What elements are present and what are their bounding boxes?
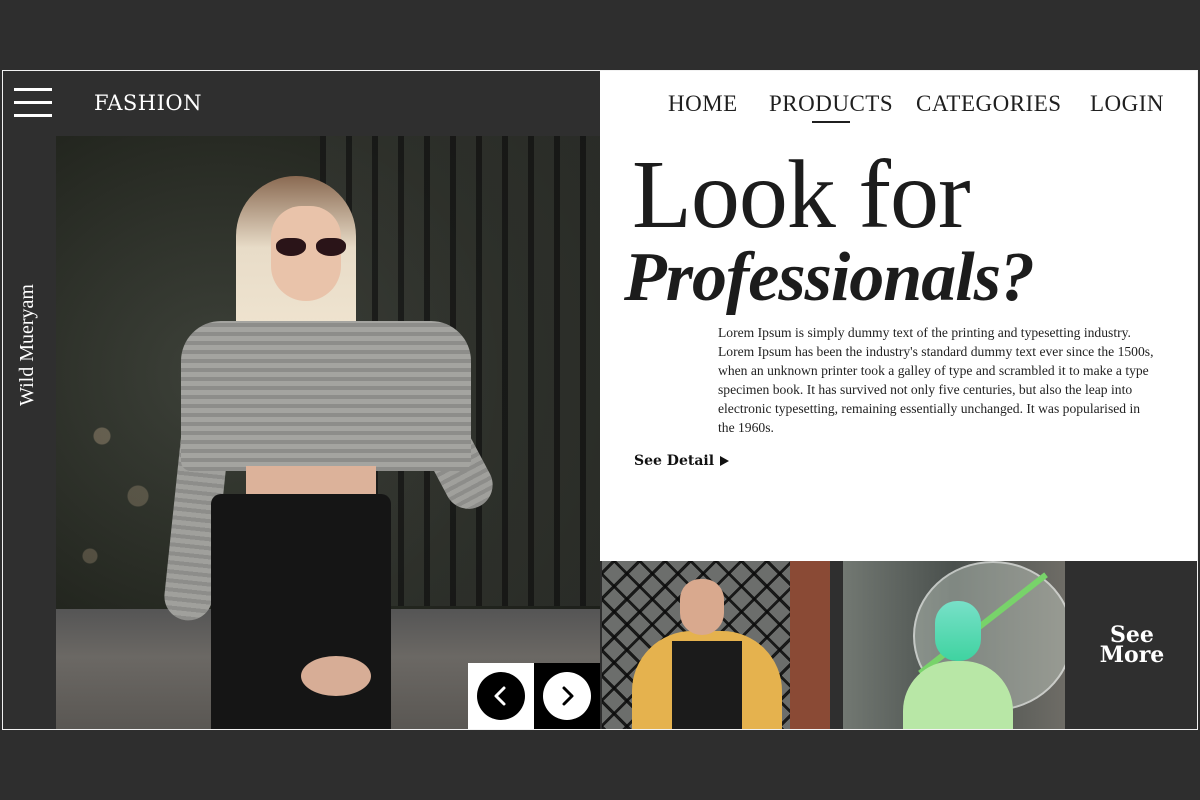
headline-secondary: Professionals? <box>624 239 1035 316</box>
hero-description: Lorem Ipsum is simply dummy text of the … <box>718 325 1154 435</box>
play-arrow-icon <box>720 456 730 466</box>
model-figure <box>162 176 502 729</box>
nav-categories[interactable]: CATEGORIES <box>916 91 1062 117</box>
headline-primary: Look for <box>632 141 971 249</box>
brand-logo[interactable]: FASHION <box>94 91 202 115</box>
nav-products[interactable]: PRODUCTS <box>769 91 893 123</box>
sunglasses <box>276 238 350 256</box>
carousel-next-button[interactable] <box>534 663 600 729</box>
gallery-thumb-2[interactable] <box>843 561 1065 729</box>
model-sweater <box>181 321 471 471</box>
vertical-label: Wild Mueryam <box>16 284 38 406</box>
content-panel: HOME PRODUCTS CATEGORIES LOGIN Look for … <box>600 71 1197 561</box>
see-more-button[interactable]: See More <box>1065 561 1197 729</box>
see-detail-label: See Detail <box>634 453 715 469</box>
brick-wall <box>790 561 830 729</box>
page-frame: FASHION Wild Mueryam HOME PRODUCTS CATEG… <box>2 70 1198 730</box>
chevron-right-icon <box>543 672 591 720</box>
chevron-left-icon <box>477 672 525 720</box>
menu-bar <box>14 101 52 104</box>
menu-bar <box>14 88 52 91</box>
see-detail-link[interactable]: See Detail <box>634 453 730 469</box>
nav-login[interactable]: LOGIN <box>1090 91 1164 117</box>
see-more-label: See More <box>1099 622 1165 668</box>
gallery-thumb-1[interactable] <box>602 561 830 729</box>
thumb-divider <box>830 561 842 729</box>
menu-bar <box>14 114 52 117</box>
left-panel: FASHION Wild Mueryam <box>3 71 600 729</box>
nav-home[interactable]: HOME <box>668 91 738 117</box>
hero-image <box>56 136 600 729</box>
model-pants <box>211 494 391 729</box>
black-vest <box>672 641 742 729</box>
carousel-prev-button[interactable] <box>468 663 534 729</box>
green-hair <box>935 601 981 661</box>
model-knee <box>301 656 371 696</box>
carousel-controls <box>468 663 600 729</box>
top-nav: HOME PRODUCTS CATEGORIES LOGIN <box>600 91 1197 131</box>
model-head <box>680 579 724 635</box>
hamburger-menu-icon[interactable] <box>14 88 54 118</box>
